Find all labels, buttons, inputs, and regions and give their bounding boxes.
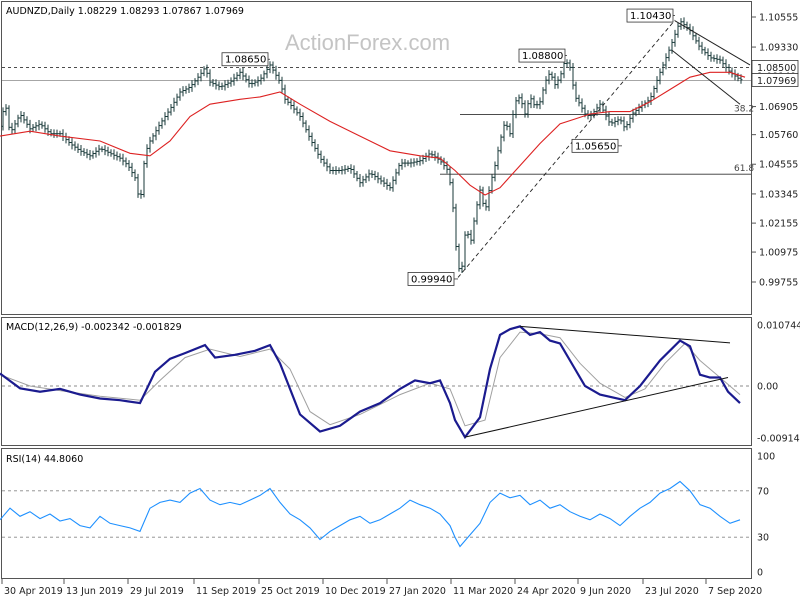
rsi-axis-label-3: 0 xyxy=(757,568,763,579)
price-panel: ActionForex.com AUDNZD,Daily 1.08229 1.0… xyxy=(0,1,754,315)
price-axis-label-3: 1.06905 xyxy=(759,102,798,113)
annotation-label-3: 0.99940 xyxy=(411,274,452,285)
rsi-panel-title: RSI(14) 44.8060 xyxy=(6,454,83,465)
rsi-axis-label-1: 70 xyxy=(757,486,769,497)
date-label-9: 9 Jun 2020 xyxy=(580,586,631,597)
macd-axis-label-2: -0.009148 xyxy=(757,434,800,445)
macd-axis-label-0: 0.010744 xyxy=(757,321,800,332)
annotation-3: 0.99940 xyxy=(407,272,458,286)
fib-level-label-0: 38.2 xyxy=(734,105,754,115)
price-axis-label-9: 0.99755 xyxy=(759,278,798,289)
annotation-label-2: 1.10430 xyxy=(630,11,671,22)
current-price-label: 1.07969 xyxy=(757,76,796,87)
rsi-axis-label-0: 100 xyxy=(757,452,775,463)
fib-level-label-1: 61.8 xyxy=(734,164,754,174)
macd-axis-label-1: 0.00 xyxy=(757,382,778,393)
date-label-2: 29 Jul 2019 xyxy=(130,586,184,597)
annotation-2: 1.10430 xyxy=(626,8,675,23)
price-axis-label-8: 1.00975 xyxy=(759,248,798,259)
price-axis-label-0: 1.10555 xyxy=(759,13,798,24)
date-label-7: 11 Mar 2020 xyxy=(453,586,513,597)
date-label-3: 11 Sep 2019 xyxy=(196,586,256,597)
date-label-11: 7 Sep 2020 xyxy=(708,586,762,597)
date-label-1: 13 Jun 2019 xyxy=(66,586,123,597)
macd-panel-title: MACD(12,26,9) -0.002342 -0.001829 xyxy=(6,322,182,333)
date-label-8: 24 Apr 2020 xyxy=(517,586,576,597)
date-label-4: 25 Oct 2019 xyxy=(261,586,320,597)
date-label-6: 27 Jan 2020 xyxy=(389,586,446,597)
annotation-1: 1.08800 xyxy=(518,48,567,63)
annotation-label-0: 1.08650 xyxy=(225,55,266,66)
annotation-0: 1.08650 xyxy=(221,52,270,67)
chart-svg: ActionForex.com AUDNZD,Daily 1.08229 1.0… xyxy=(0,0,800,600)
price-axis-label-4: 1.05760 xyxy=(759,130,798,141)
watermark: ActionForex.com xyxy=(285,30,450,55)
annotation-label-4: 1.05650 xyxy=(575,141,616,152)
annotation-label-1: 1.08800 xyxy=(522,51,563,62)
rsi-panel: RSI(14) 44.8060 xyxy=(0,448,752,579)
date-label-10: 23 Jul 2020 xyxy=(645,586,699,597)
price-panel-title: AUDNZD,Daily 1.08229 1.08293 1.07867 1.0… xyxy=(6,6,244,17)
date-label-5: 10 Dec 2019 xyxy=(325,586,386,597)
price-axis-label-7: 1.02155 xyxy=(759,219,798,230)
annotation-4: 1.05650 xyxy=(571,138,622,153)
macd-panel: MACD(12,26,9) -0.002342 -0.001829 xyxy=(0,317,752,446)
price-axis-label-5: 1.04555 xyxy=(759,160,798,171)
rsi-axis-label-2: 30 xyxy=(757,533,769,544)
date-label-0: 30 Apr 2019 xyxy=(4,586,63,597)
price-axis-label-6: 1.03345 xyxy=(759,189,798,200)
price-axis-label-1: 1.09330 xyxy=(759,43,798,54)
